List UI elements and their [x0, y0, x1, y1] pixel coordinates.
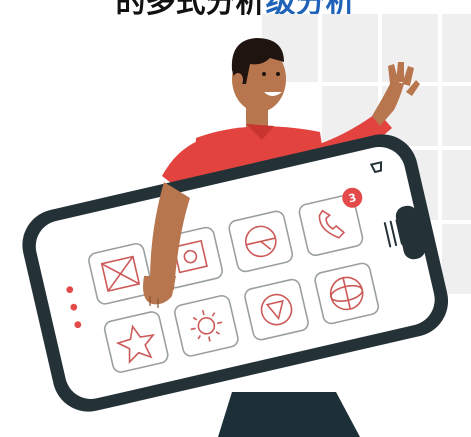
illustration: 的多式分析级分析 3 — [0, 0, 471, 437]
phone: 3 — [22, 134, 449, 412]
illustration-canvas: 3 — [22, 14, 471, 437]
person-head — [231, 38, 286, 136]
legs — [218, 392, 360, 437]
